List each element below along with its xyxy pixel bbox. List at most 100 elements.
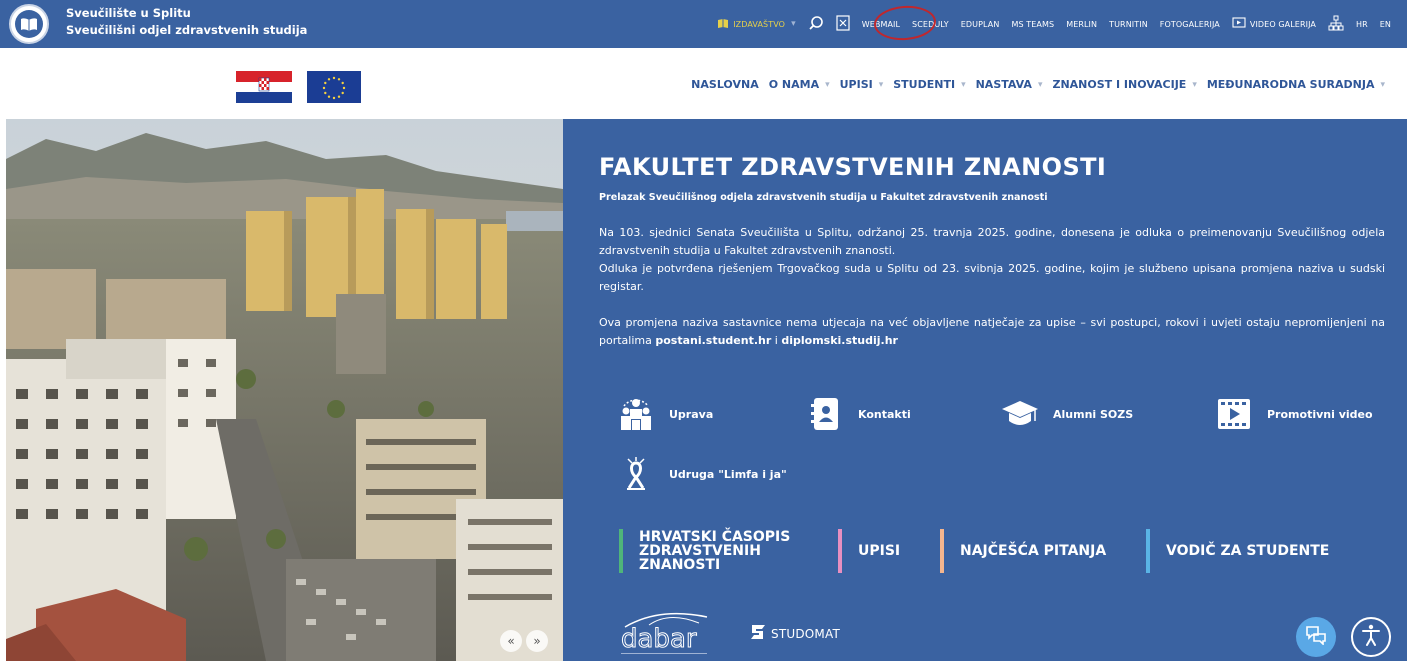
hero-subtitle: Prelazak Sveučilišnog odjela zdravstveni… (599, 192, 1048, 203)
hero-p3-mid: i (771, 334, 782, 347)
slider-controls: « » (500, 630, 548, 652)
video-icon (1232, 17, 1246, 31)
search-button[interactable] (808, 15, 824, 33)
quicklink-alumni[interactable]: Alumni SOZS (1001, 395, 1133, 433)
hero-title: FAKULTET ZDRAVSTVENIH ZNANOSTI (599, 153, 1107, 181)
msteams-link[interactable]: MS TEAMS (1011, 20, 1054, 29)
top-nav: IZDAVAŠTVO ▾ WEBMAIL SCEDULY EDUPLAN MS … (717, 0, 1391, 48)
chevron-down-icon: ▾ (1380, 79, 1385, 90)
tile-accent-bar (1146, 529, 1150, 573)
diplomski-studij-link[interactable]: diplomski.studij.hr (781, 334, 898, 347)
izdavastvo-label: IZDAVAŠTVO (733, 19, 786, 29)
chevron-down-icon: ▾ (1192, 79, 1197, 90)
nav-znanost[interactable]: ZNANOST I INOVACIJE ▾ (1052, 78, 1196, 91)
chevron-down-icon: ▾ (1037, 79, 1043, 90)
turnitin-link[interactable]: TURNITIN (1109, 20, 1148, 29)
tile-najcesca-pitanja[interactable]: NAJČEŠĆA PITANJA (940, 529, 1106, 573)
dabar-text: dabar (621, 624, 697, 654)
tile-vodic-label: VODIČ ZA STUDENTE (1166, 543, 1330, 559)
chevron-down-icon: ▾ (825, 79, 830, 90)
izdavastvo-menu[interactable]: IZDAVAŠTVO ▾ (717, 18, 796, 31)
nav-medunarodna[interactable]: MEĐUNARODNA SURADNJA ▾ (1207, 78, 1385, 91)
quicklink-kontakti-label: Kontakti (858, 407, 911, 421)
quicklink-promo-label: Promotivni video (1267, 407, 1373, 421)
document-button[interactable] (836, 15, 850, 33)
videogalerija-link[interactable]: VIDEO GALERIJA (1232, 17, 1316, 31)
studomat-s-icon (749, 623, 767, 644)
tile-pitanja-label: NAJČEŠĆA PITANJA (960, 543, 1107, 559)
sitemap-button[interactable] (1328, 15, 1344, 33)
croatian-flag (236, 71, 292, 103)
chat-button[interactable] (1296, 617, 1336, 657)
slider-next-button[interactable]: » (526, 630, 548, 652)
nav-naslovna[interactable]: NASLOVNA (691, 78, 759, 91)
management-icon (617, 395, 655, 433)
nav-naslovna-label: NASLOVNA (691, 78, 759, 91)
webmail-link[interactable]: WEBMAIL (862, 20, 900, 29)
quicklink-uprava[interactable]: Uprava (617, 395, 713, 433)
hero-panel: FAKULTET ZDRAVSTVENIH ZNANOSTI Prelazak … (563, 119, 1407, 661)
hero-body: Na 103. sjednici Senata Sveučilišta u Sp… (599, 224, 1385, 350)
chat-icon (1305, 625, 1327, 649)
search-icon (808, 15, 824, 33)
address-book-icon (806, 395, 844, 433)
tile-upisi[interactable]: UPISI (838, 529, 900, 573)
film-icon (1215, 395, 1253, 433)
fotogalerija-link[interactable]: FOTOGALERIJA (1160, 20, 1220, 29)
studomat-logo[interactable]: STUDOMAT (749, 623, 840, 644)
nav-o-nama[interactable]: O NAMA ▾ (769, 78, 830, 91)
graduation-cap-icon (1001, 395, 1039, 433)
postani-student-link[interactable]: postani.student.hr (655, 334, 771, 347)
nav-nastava-label: NASTAVA (975, 78, 1032, 91)
book-icon (717, 18, 729, 31)
chevron-down-icon: ▾ (791, 19, 796, 29)
accessibility-button[interactable] (1351, 617, 1391, 657)
sceduly-link[interactable]: SCEDULY (912, 20, 949, 29)
quicklink-promo-video[interactable]: Promotivni video (1215, 395, 1373, 433)
hero-paragraph-2: Ova promjena naziva sastavnice nema utje… (599, 314, 1385, 350)
quicklink-udruga[interactable]: Udruga "Limfa i ja" (617, 455, 787, 493)
nav-znanost-label: ZNANOST I INOVACIJE (1052, 78, 1187, 91)
tile-casopis-label: HRVATSKI ČASOPIS ZDRAVSTVENIH ZNANOSTI (639, 529, 791, 573)
organization-name[interactable]: Sveučilište u Splitu Sveučilišni odjel z… (66, 5, 307, 39)
quicklink-kontakti[interactable]: Kontakti (806, 395, 911, 433)
tile-accent-bar (838, 529, 842, 573)
nav-nastava[interactable]: NASTAVA ▾ (976, 78, 1043, 91)
studomat-label: STUDOMAT (771, 626, 840, 641)
quicklink-uprava-label: Uprava (669, 407, 714, 421)
nav-medunarodna-label: MEĐUNARODNA SURADNJA (1206, 78, 1375, 91)
hero-paragraph-1: Na 103. sjednici Senata Sveučilišta u Sp… (599, 224, 1385, 296)
accessibility-icon (1359, 623, 1383, 651)
org-line-1: Sveučilište u Splitu (66, 6, 191, 20)
eu-flag (307, 71, 361, 103)
quicklink-udruga-label: Udruga "Limfa i ja" (669, 467, 787, 481)
hero-photo (6, 119, 563, 661)
org-line-2: Sveučilišni odjel zdravstvenih studija (66, 23, 308, 37)
tile-upisi-label: UPISI (858, 543, 901, 559)
top-bar: Sveučilište u Splitu Sveučilišni odjel z… (0, 0, 1407, 48)
tile-casopis[interactable]: HRVATSKI ČASOPIS ZDRAVSTVENIH ZNANOSTI (619, 529, 799, 573)
chevron-right-icon: » (533, 634, 541, 648)
chevron-down-icon: ▾ (878, 79, 884, 90)
tile-accent-bar (619, 529, 623, 573)
quicklink-alumni-label: Alumni SOZS (1053, 407, 1134, 421)
nav-upisi[interactable]: UPISI ▾ (840, 78, 884, 91)
videogalerija-label: VIDEO GALERIJA (1249, 19, 1316, 29)
dabar-logo[interactable]: dabar (619, 607, 711, 657)
lang-hr-link[interactable]: HR (1356, 20, 1368, 29)
awareness-ribbon-icon (617, 455, 655, 493)
document-icon (836, 15, 850, 33)
chevron-left-icon: « (507, 634, 515, 648)
nav-upisi-label: UPISI (839, 78, 873, 91)
eduplan-link[interactable]: EDUPLAN (961, 20, 1000, 29)
university-logo[interactable] (9, 4, 49, 44)
merlin-link[interactable]: MERLIN (1066, 20, 1097, 29)
hero-p1-text: Na 103. sjednici Senata Sveučilišta u Sp… (599, 226, 1385, 257)
hero-p2-text: Odluka je potvrđena rješenjem Trgovačkog… (599, 262, 1385, 293)
nav-studenti[interactable]: STUDENTI ▾ (893, 78, 965, 91)
lang-en-link[interactable]: EN (1380, 20, 1391, 29)
nav-o-nama-label: O NAMA (768, 78, 820, 91)
sitemap-icon (1328, 15, 1344, 33)
tile-vodic[interactable]: VODIČ ZA STUDENTE (1146, 529, 1329, 573)
slider-prev-button[interactable]: « (500, 630, 522, 652)
